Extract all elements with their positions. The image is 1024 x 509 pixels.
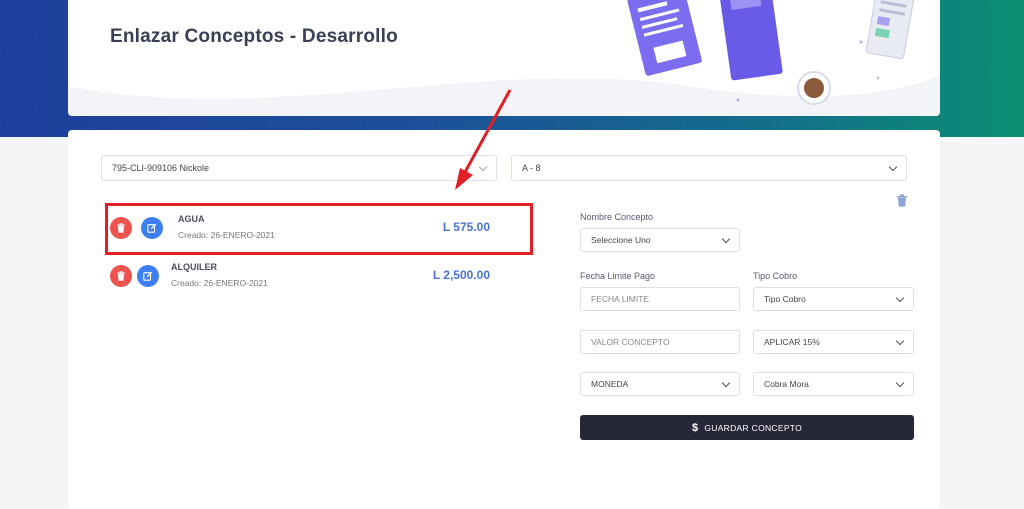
page-title: Enlazar Conceptos - Desarrollo bbox=[110, 26, 398, 47]
nombre-concepto-value: Seleccione Uno bbox=[591, 235, 651, 245]
concept-amount: L 575.00 bbox=[442, 220, 490, 234]
cobra-mora-value: Cobra Mora bbox=[764, 379, 809, 389]
list-item: ALQUILER Creado: 26-ENERO-2021 L 2,500.0… bbox=[110, 260, 490, 294]
chevron-down-icon bbox=[895, 378, 905, 387]
delete-button[interactable] bbox=[110, 265, 132, 287]
concept-name: AGUA bbox=[178, 214, 205, 224]
chevron-down-icon bbox=[895, 336, 905, 345]
edit-icon bbox=[143, 271, 153, 281]
chevron-down-icon bbox=[478, 162, 488, 171]
tipo-cobro-select[interactable]: Tipo Cobro bbox=[753, 287, 914, 311]
fecha-limite-placeholder: FECHA LIMITE bbox=[591, 294, 650, 304]
fecha-limite-label: Fecha Limite Pago bbox=[580, 271, 656, 281]
valor-concepto-input[interactable]: VALOR CONCEPTO bbox=[580, 330, 740, 354]
client-select-value: 795-CLI-909106 Nickole bbox=[112, 163, 210, 173]
edit-button[interactable] bbox=[141, 217, 163, 239]
edit-button[interactable] bbox=[137, 265, 159, 287]
concept-created-date: Creado: 26-ENERO-2021 bbox=[178, 230, 275, 240]
chevron-down-icon bbox=[895, 293, 905, 302]
trash-icon bbox=[117, 223, 125, 233]
unit-select[interactable]: A - 8 bbox=[511, 155, 907, 181]
edit-icon bbox=[147, 223, 157, 233]
concept-amount: L 2,500.00 bbox=[432, 268, 490, 282]
client-select[interactable]: 795-CLI-909106 Nickole bbox=[101, 155, 497, 181]
delete-button[interactable] bbox=[110, 217, 132, 239]
list-item: AGUA Creado: 26-ENERO-2021 L 575.00 bbox=[110, 212, 490, 246]
main-card: 795-CLI-909106 Nickole A - 8 AGUA Creado… bbox=[68, 130, 940, 509]
concept-name: ALQUILER bbox=[171, 262, 217, 272]
fecha-limite-input[interactable]: FECHA LIMITE bbox=[580, 287, 740, 311]
valor-concepto-placeholder: VALOR CONCEPTO bbox=[591, 337, 670, 347]
tipo-cobro-value: Tipo Cobro bbox=[764, 294, 806, 304]
aplicar-impuesto-value: APLICAR 15% bbox=[764, 337, 820, 347]
concept-created-date: Creado: 26-ENERO-2021 bbox=[171, 278, 268, 288]
trash-icon bbox=[117, 271, 125, 281]
chevron-down-icon bbox=[721, 234, 731, 243]
nombre-concepto-select[interactable]: Seleccione Uno bbox=[580, 228, 740, 252]
moneda-select[interactable]: MONEDA bbox=[580, 372, 740, 396]
trash-icon[interactable] bbox=[896, 194, 908, 207]
moneda-value: MONEDA bbox=[591, 379, 629, 389]
unit-select-value: A - 8 bbox=[522, 163, 541, 173]
cobra-mora-select[interactable]: Cobra Mora bbox=[753, 372, 914, 396]
nombre-concepto-label: Nombre Concepto bbox=[580, 212, 654, 222]
header-card: Enlazar Conceptos - Desarrollo bbox=[68, 0, 940, 116]
aplicar-impuesto-select[interactable]: APLICAR 15% bbox=[753, 330, 914, 354]
chevron-down-icon bbox=[888, 162, 898, 171]
save-concept-label: GUARDAR CONCEPTO bbox=[704, 422, 803, 433]
tipo-cobro-label: Tipo Cobro bbox=[753, 271, 798, 281]
header-illustration bbox=[627, 0, 915, 105]
chevron-down-icon bbox=[721, 378, 731, 387]
dollar-icon: $ bbox=[691, 421, 699, 434]
save-concept-button[interactable]: $ GUARDAR CONCEPTO bbox=[580, 415, 914, 440]
